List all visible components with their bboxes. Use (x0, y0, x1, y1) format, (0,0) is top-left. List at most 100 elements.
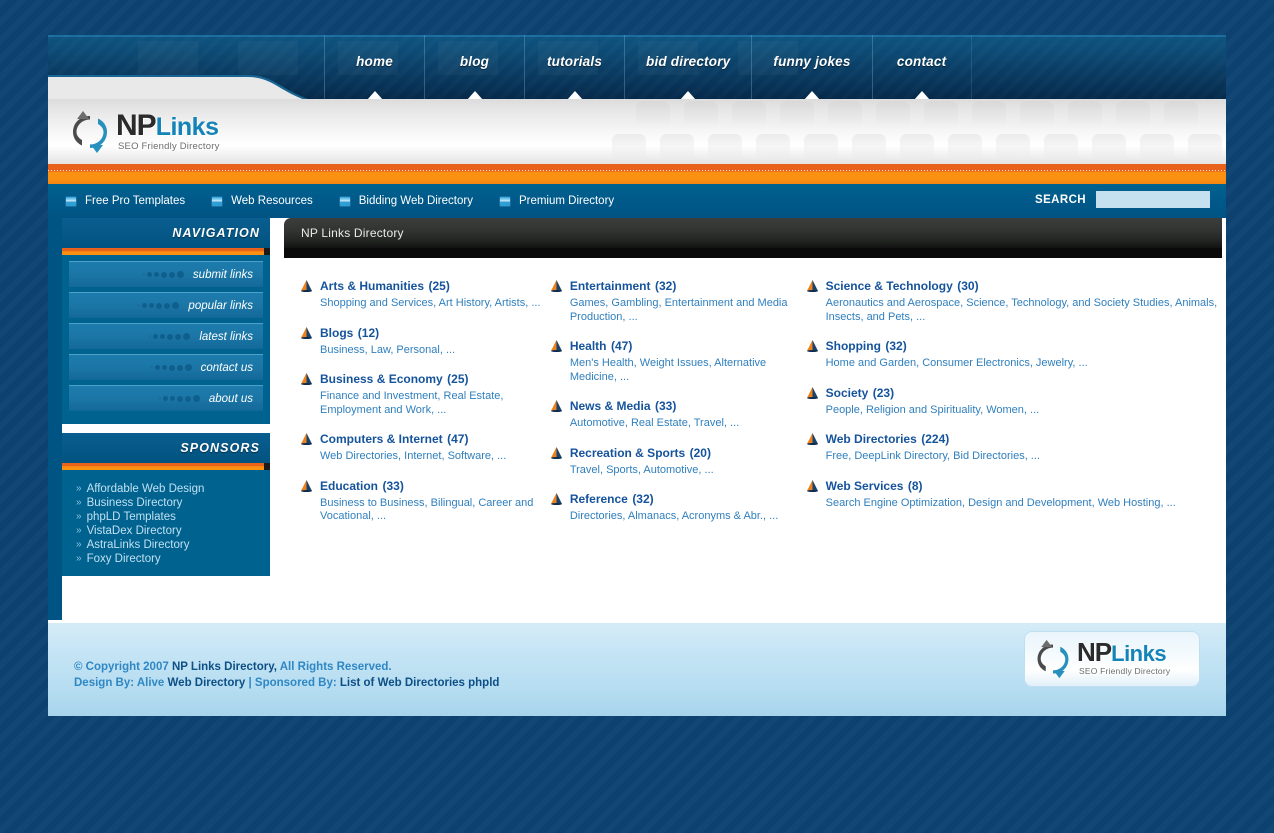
category-recreation-sports: Recreation & Sports (20) Travel, Sports,… (550, 444, 806, 478)
category-name[interactable]: Arts & Humanities (320, 279, 424, 293)
circular-arrows-logo-icon (1033, 638, 1073, 680)
category-column-2: Entertainment (32) Games, Gambling, Ente… (550, 277, 806, 537)
folder-bullet-icon (806, 479, 819, 492)
page-title: NP Links Directory (301, 226, 404, 240)
category-name[interactable]: Shopping (826, 339, 881, 353)
nav-item-contact[interactable]: contact (871, 35, 972, 99)
sponsor-link-business-directory[interactable]: » Business Directory (62, 496, 270, 510)
category-count: (23) (872, 385, 895, 400)
footer-sponsored-by-link[interactable]: List of Web Directories phpld (340, 677, 500, 689)
sponsors-panel-header: SPONSORS (62, 433, 270, 463)
folder-bullet-icon (550, 279, 563, 292)
category-subcategories[interactable]: Shopping and Services, Art History, Arti… (320, 297, 550, 311)
content-area: NP Links Directory Arts & Humanities (25… (284, 218, 1222, 620)
folder-bullet-icon (550, 492, 563, 505)
orange-divider-bar (48, 164, 1226, 184)
sponsor-link-phpld-templates[interactable]: » phpLD Templates (62, 510, 270, 524)
chevron-right-icon: » (76, 525, 82, 536)
sublink-label: Premium Directory (518, 195, 615, 207)
category-arts-humanities: Arts & Humanities (25) Shopping and Serv… (300, 277, 550, 311)
sponsors-panel-body: » Affordable Web Design » Business Direc… (62, 470, 270, 576)
category-count: (32) (885, 339, 907, 353)
sidebar-item-label: popular links (188, 299, 253, 312)
category-count: (8) (907, 478, 923, 493)
nav-item-blog[interactable]: blog (424, 35, 524, 99)
sponsor-label: VistaDex Directory (86, 525, 182, 537)
footer-design-by-link[interactable]: Web Directory (168, 677, 246, 689)
category-subcategories[interactable]: Business to Business, Bilingual, Career … (320, 497, 550, 524)
sidebar-item-label: about us (208, 392, 253, 405)
category-web-directories: Web Directories (224) Free, DeepLink Dir… (806, 430, 1222, 464)
category-name[interactable]: Reference (570, 492, 628, 506)
category-news-media: News & Media (33) Automotive, Real Estat… (550, 397, 806, 431)
logo-np-text: NP (1077, 637, 1112, 667)
footer-sponsored-by-prefix: Sponsored By: (254, 677, 340, 689)
footer-site-name: NP Links Directory, (171, 661, 277, 673)
category-society: Society (23) People, Religion and Spirit… (806, 384, 1222, 418)
category-subcategories[interactable]: Directories, Almanacs, Acronyms & Abr., … (570, 510, 806, 524)
category-name[interactable]: Computers & Internet (320, 432, 443, 446)
panel-gap (62, 424, 270, 433)
category-science-technology: Science & Technology (30) Aeronautics an… (806, 277, 1222, 324)
sponsor-link-astralinks-directory[interactable]: » AstraLinks Directory (62, 538, 270, 552)
footer-separator: | (245, 677, 255, 689)
category-name[interactable]: Society (826, 386, 869, 400)
category-name[interactable]: Education (320, 479, 378, 493)
category-subcategories[interactable]: Web Directories, Internet, Software, ... (320, 450, 550, 464)
category-name[interactable]: Health (570, 339, 607, 353)
sidebar-item-about-us[interactable]: about us (69, 385, 263, 411)
navigation-panel-rule (62, 248, 270, 255)
category-name[interactable]: Blogs (320, 326, 353, 340)
logo-tagline: SEO Friendly Directory (1079, 666, 1171, 676)
dot-ornament-icon (157, 395, 202, 402)
sponsor-link-vistadex-directory[interactable]: » VistaDex Directory (62, 524, 270, 538)
site-logo[interactable]: NPLinks SEO Friendly Directory (68, 103, 268, 161)
nav-item-home[interactable]: home (324, 35, 424, 99)
chevron-right-icon: » (76, 483, 82, 494)
search-area: SEARCH (1035, 191, 1210, 208)
nav-item-funny-jokes[interactable]: funny jokes (751, 35, 871, 99)
sidebar-item-submit-links[interactable]: submit links (69, 261, 263, 287)
sponsor-link-foxy-directory[interactable]: » Foxy Directory (62, 552, 270, 566)
secondary-links-bar: Free Pro Templates Web Resources Bidding… (48, 184, 1226, 218)
nav-item-bid-directory[interactable]: bid directory (624, 35, 751, 99)
category-name[interactable]: News & Media (570, 399, 651, 413)
sublink-web-resources[interactable]: Web Resources (211, 195, 313, 207)
search-input[interactable] (1096, 191, 1210, 208)
category-subcategories[interactable]: Business, Law, Personal, ... (320, 344, 550, 358)
sublink-free-pro-templates[interactable]: Free Pro Templates (65, 195, 185, 207)
category-subcategories[interactable]: Men's Health, Weight Issues, Alternative… (570, 357, 806, 384)
category-entertainment: Entertainment (32) Games, Gambling, Ente… (550, 277, 806, 324)
category-name[interactable]: Recreation & Sports (570, 446, 685, 460)
category-count: (47) (447, 432, 469, 446)
category-name[interactable]: Web Directories (826, 432, 917, 446)
category-subcategories[interactable]: People, Religion and Spirituality, Women… (826, 404, 1222, 418)
category-subcategories[interactable]: Games, Gambling, Entertainment and Media… (570, 297, 806, 324)
dot-ornament-icon (141, 271, 186, 278)
category-health: Health (47) Men's Health, Weight Issues,… (550, 337, 806, 384)
sidebar-item-latest-links[interactable]: latest links (69, 323, 263, 349)
sublink-bidding-web-directory[interactable]: Bidding Web Directory (338, 195, 473, 207)
category-subcategories[interactable]: Travel, Sports, Automotive, ... (570, 464, 806, 478)
sidebar-item-contact-us[interactable]: contact us (69, 354, 263, 380)
nav-label: tutorials (546, 53, 603, 69)
folder-bullet-icon (806, 386, 819, 399)
category-subcategories[interactable]: Search Engine Optimization, Design and D… (826, 497, 1222, 511)
category-count: (20) (689, 445, 711, 460)
category-subcategories[interactable]: Finance and Investment, Real Estate, Emp… (320, 390, 550, 417)
category-name[interactable]: Web Services (826, 479, 904, 493)
sidebar-item-popular-links[interactable]: popular links (69, 292, 263, 318)
category-subcategories[interactable]: Aeronautics and Aerospace, Science, Tech… (826, 297, 1222, 324)
category-name[interactable]: Entertainment (570, 279, 651, 293)
category-subcategories[interactable]: Home and Garden, Consumer Electronics, J… (826, 357, 1222, 371)
nav-label: home (356, 53, 393, 69)
sponsor-link-affordable-web-design[interactable]: » Affordable Web Design (62, 482, 270, 496)
category-subcategories[interactable]: Free, DeepLink Directory, Bid Directorie… (826, 450, 1222, 464)
nav-item-tutorials[interactable]: tutorials (524, 35, 624, 99)
category-subcategories[interactable]: Automotive, Real Estate, Travel, ... (570, 417, 806, 431)
category-name[interactable]: Science & Technology (826, 279, 953, 293)
sublink-premium-directory[interactable]: Premium Directory (498, 195, 615, 207)
dot-ornament-icon (137, 302, 181, 309)
footer-logo[interactable]: NPLinks SEO Friendly Directory (1024, 631, 1200, 687)
category-name[interactable]: Business & Economy (320, 372, 443, 386)
